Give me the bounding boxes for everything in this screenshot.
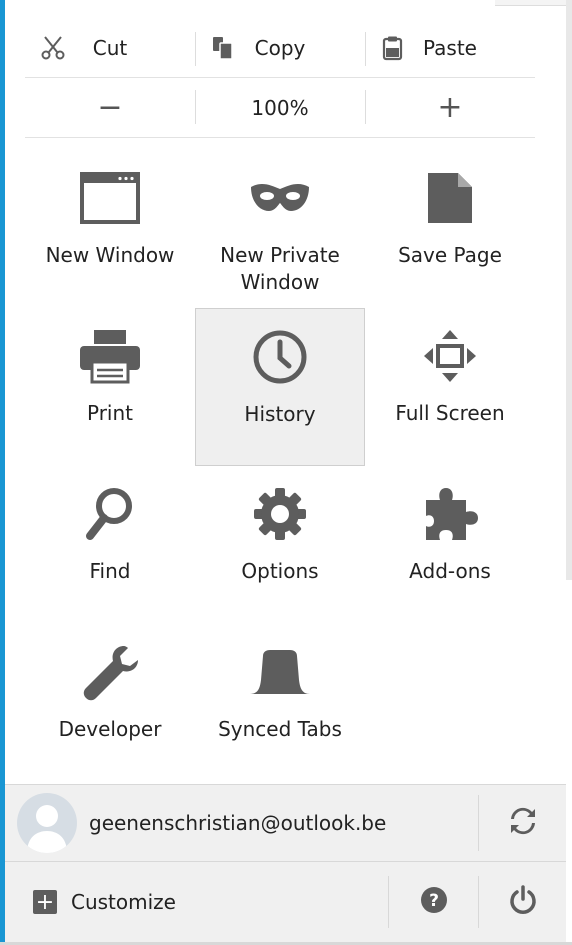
mask-icon [244,164,316,232]
options-label: Options [241,559,319,583]
add-ons-label: Add-ons [409,559,491,583]
scissors-icon [39,34,67,62]
new-window-button[interactable]: New Window [25,150,195,308]
zoom-reset-button[interactable]: 100% [195,78,365,137]
cut-button[interactable]: Cut [25,18,195,77]
history-label: History [244,402,316,426]
help-icon: ? [420,886,448,918]
footer-row: + Customize ? [5,862,566,942]
customize-label: Customize [71,890,176,914]
developer-label: Developer [58,717,162,741]
copy-icon [209,34,237,62]
gear-icon [244,480,316,548]
zoom-controls: − 100% + [25,78,535,138]
save-page-label: Save Page [398,243,502,267]
svg-text:?: ? [429,891,439,911]
synced-tabs-button[interactable]: Synced Tabs [195,624,365,782]
page-icon [414,164,486,232]
options-button[interactable]: Options [195,466,365,624]
cut-label: Cut [92,35,128,60]
print-label: Print [86,401,133,425]
menu-tile-grid: New Window New Private Window Save Page … [25,150,535,782]
new-window-label: New Window [45,243,175,267]
copy-button[interactable]: Copy [195,18,365,77]
clipboard-icon [379,34,407,62]
fullscreen-icon [414,322,486,390]
printer-icon [74,322,146,390]
developer-button[interactable]: Developer [25,624,195,782]
new-window-icon [74,164,146,232]
new-private-window-label: New Private Window [220,243,340,294]
sync-icon [508,806,538,840]
puzzle-icon [414,480,486,548]
quit-button[interactable] [478,876,566,928]
sync-button[interactable] [478,795,566,851]
add-ons-button[interactable]: Add-ons [365,466,535,624]
synced-tabs-icon [244,638,316,706]
scrollbar[interactable] [566,0,572,580]
full-screen-label: Full Screen [395,401,505,425]
magnifier-icon [74,480,146,548]
copy-label: Copy [254,35,306,60]
help-button[interactable]: ? [388,876,478,928]
zoom-in-button[interactable]: + [365,78,535,137]
paste-label: Paste [423,35,477,60]
synced-tabs-label: Synced Tabs [218,717,342,741]
power-icon [508,885,538,919]
find-label: Find [89,559,131,583]
menu-arrow-notch [495,0,572,6]
wrench-icon [74,638,146,706]
clock-icon [244,323,316,391]
save-page-button[interactable]: Save Page [365,150,535,308]
find-button[interactable]: Find [25,466,195,624]
history-button[interactable]: History [195,308,365,466]
zoom-out-button[interactable]: − [25,78,195,137]
customize-button[interactable]: + Customize [33,890,176,915]
print-button[interactable]: Print [25,308,195,466]
avatar [17,793,77,853]
account-row[interactable]: geenenschristian@outlook.be [5,784,566,862]
edit-controls: Cut Copy Paste [25,18,535,78]
paste-button[interactable]: Paste [365,18,535,77]
new-private-window-button[interactable]: New Private Window [195,150,365,308]
account-email[interactable]: geenenschristian@outlook.be [89,811,386,835]
full-screen-button[interactable]: Full Screen [365,308,535,466]
plus-icon: + [33,890,57,915]
